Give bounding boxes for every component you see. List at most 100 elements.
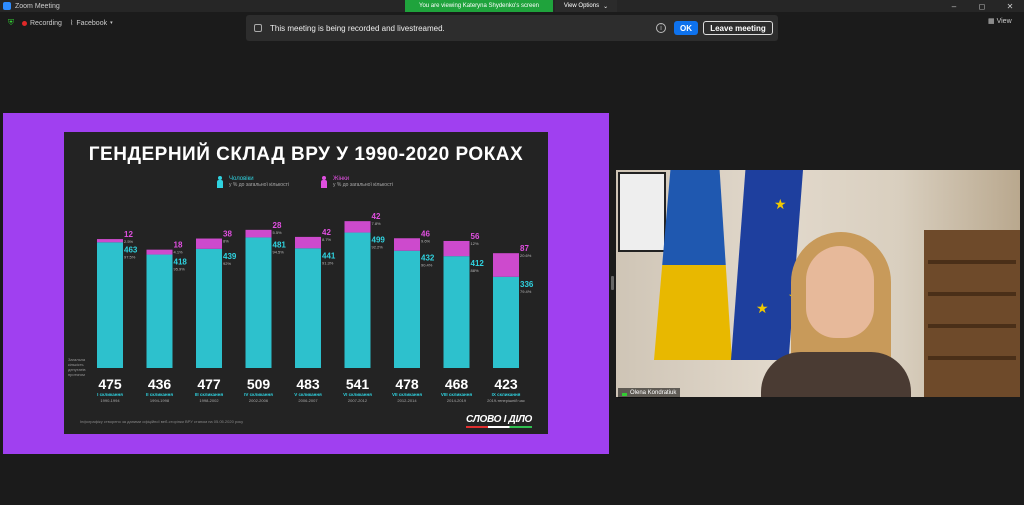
chart-side-note: Загальна кількість депутатів протягом [68, 357, 86, 377]
participant-name-tag: Olena Kondratiuk [618, 388, 681, 398]
logo-text: СЛОВО І ДІЛО [466, 414, 533, 425]
men-percent-label: 91.3% [322, 260, 334, 265]
years-label: 2002-2006 [249, 398, 269, 403]
leave-meeting-button[interactable]: Leave meeting [703, 21, 773, 35]
men-value-label: 432 [421, 254, 435, 263]
convocation-label: VIII скликання [441, 392, 473, 397]
women-value-label: 42 [322, 228, 331, 237]
caret-down-icon: ▾ [110, 20, 113, 26]
bar-men [443, 256, 470, 368]
men-value-label: 481 [273, 240, 287, 249]
screen-share-banner: You are viewing Kateryna Shydenko's scre… [405, 0, 553, 12]
men-value-label: 499 [372, 236, 386, 245]
women-percent-label: 5.5% [273, 230, 283, 235]
men-value-label: 412 [471, 259, 485, 268]
convocation-label: III скликання [195, 392, 224, 397]
bar-women [344, 221, 371, 233]
men-value-label: 441 [322, 251, 336, 260]
bar-men [245, 237, 272, 368]
women-percent-label: 8.7% [322, 237, 332, 242]
men-percent-label: 94.5% [273, 249, 285, 254]
gender-bar-chart: 122.5%46397.5%475I скликання1990-1994184… [97, 212, 534, 403]
bar-women [493, 253, 519, 277]
split-resize-handle[interactable] [611, 276, 614, 290]
years-label: 2007-2012 [348, 398, 368, 403]
security-shield-icon[interactable]: ⛨ [8, 18, 14, 28]
bar-men [394, 250, 420, 368]
participant-video[interactable]: ★ ★ ★ [616, 170, 1020, 397]
convocation-label: II скликання [146, 392, 173, 397]
women-value-label: 56 [471, 232, 480, 241]
chart-footnote: Інфографіку створено за даними офіційної… [80, 419, 244, 424]
ok-button[interactable]: OK [674, 21, 698, 35]
eu-star-icon: ★ [774, 196, 787, 212]
bar-men [146, 254, 173, 368]
total-value-label: 509 [247, 376, 271, 392]
info-icon[interactable]: i [656, 23, 666, 33]
men-percent-label: 92% [223, 261, 231, 266]
recording-notice: This meeting is being recorded and lives… [246, 15, 778, 41]
total-value-label: 478 [395, 376, 419, 392]
bar-women [245, 229, 272, 238]
men-value-label: 463 [124, 245, 138, 254]
women-value-label: 46 [421, 229, 430, 238]
women-percent-label: 4.1% [174, 250, 184, 255]
men-value-label: 336 [520, 280, 534, 289]
women-percent-label: 12% [471, 241, 479, 246]
livestream-label: Facebook [76, 19, 108, 27]
total-value-label: 477 [197, 376, 221, 392]
record-dot-icon [22, 20, 27, 26]
participant-name: Olena Kondratiuk [630, 390, 677, 396]
total-value-label: 423 [494, 376, 518, 392]
men-percent-label: 88% [471, 268, 479, 273]
minimize-button[interactable]: – [940, 0, 968, 12]
men-value-label: 418 [174, 258, 188, 267]
men-value-label: 439 [223, 252, 237, 261]
convocation-label: VI скликання [343, 392, 372, 397]
notice-message: This meeting is being recorded and lives… [270, 23, 445, 33]
women-value-label: 18 [174, 241, 183, 250]
chevron-down-icon: ⌄ [603, 3, 609, 10]
total-value-label: 541 [346, 376, 370, 392]
bar-women [97, 239, 123, 243]
livestream-indicator[interactable]: ⌇ Facebook ▾ [69, 19, 113, 28]
years-label: 2006-2007 [298, 398, 318, 403]
women-value-label: 28 [273, 221, 282, 230]
bar-women [295, 236, 321, 249]
men-percent-label: 92.2% [372, 245, 384, 250]
view-label: View [996, 18, 1012, 25]
bar-men [196, 248, 222, 368]
slovo-i-dilo-logo: СЛОВО І ДІЛО [466, 414, 532, 428]
view-button[interactable]: ▦ View [988, 17, 1012, 25]
women-value-label: 42 [372, 212, 381, 221]
notice-icon [254, 24, 262, 32]
convocation-label: IX скликання [492, 392, 521, 397]
close-button[interactable]: ✕ [996, 0, 1024, 12]
grid-icon: ▦ [988, 18, 995, 25]
bar-women [146, 249, 173, 255]
maximize-button[interactable]: ◻ [968, 0, 996, 12]
bookshelf [924, 230, 1020, 397]
men-percent-label: 90.4% [421, 263, 433, 268]
total-value-label: 436 [148, 376, 172, 392]
recording-label: Recording [30, 19, 62, 27]
window-title: Zoom Meeting [15, 2, 60, 10]
bar-women [443, 240, 470, 257]
women-percent-label: 7.8% [372, 221, 382, 226]
total-value-label: 475 [98, 376, 122, 392]
women-percent-label: 20.6% [520, 253, 532, 258]
women-percent-label: 2.5% [124, 239, 134, 244]
convocation-label: I скликання [97, 392, 123, 397]
signal-bars-icon [622, 391, 627, 396]
participant-person [761, 232, 911, 397]
view-options-button[interactable]: View Options ⌄ [555, 0, 617, 12]
years-label: 1994-1998 [150, 398, 170, 403]
recording-indicator[interactable]: Recording [22, 20, 62, 27]
broadcast-icon: ⌇ [69, 20, 74, 27]
years-label: 2019-теперішній час [487, 398, 525, 403]
women-percent-label: 9.6% [421, 238, 431, 243]
zoom-app-icon [3, 2, 11, 10]
logo-underline [466, 426, 532, 428]
convocation-label: V скликання [294, 392, 322, 397]
convocation-label: VII скликання [392, 392, 422, 397]
